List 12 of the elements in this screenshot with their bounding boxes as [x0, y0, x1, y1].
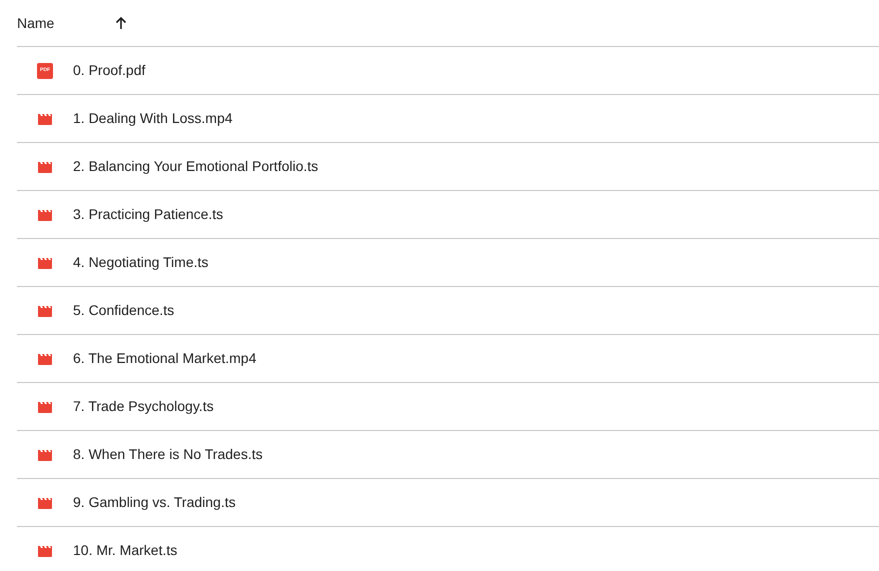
file-name[interactable]: 4. Negotiating Time.ts: [73, 252, 208, 273]
file-name[interactable]: 6. The Emotional Market.mp4: [73, 348, 256, 369]
file-name[interactable]: 1. Dealing With Loss.mp4: [73, 108, 233, 129]
name-column-header[interactable]: Name: [17, 12, 54, 34]
file-name[interactable]: 8. When There is No Trades.ts: [73, 444, 263, 465]
file-name[interactable]: 10. Mr. Market.ts: [73, 540, 178, 561]
file-name[interactable]: 0. Proof.pdf: [73, 60, 146, 81]
file-name[interactable]: 9. Gambling vs. Trading.ts: [73, 492, 236, 513]
file-name[interactable]: 3. Practicing Patience.ts: [73, 204, 224, 225]
file-name[interactable]: 7. Trade Psychology.ts: [73, 396, 214, 417]
file-name[interactable]: 5. Confidence.ts: [73, 300, 174, 321]
file-name[interactable]: 2. Balancing Your Emotional Portfolio.ts: [73, 156, 318, 177]
